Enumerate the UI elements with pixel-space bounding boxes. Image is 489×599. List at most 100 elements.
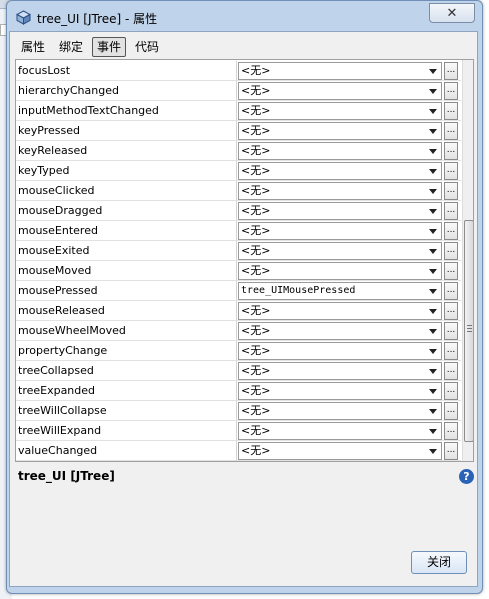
ellipsis-button[interactable]: ... xyxy=(444,302,458,320)
event-handler-dropdown[interactable]: <无> xyxy=(238,182,442,200)
event-name: mouseWheelMoved xyxy=(18,324,126,337)
event-handler-value: <无> xyxy=(241,104,271,117)
chevron-down-icon xyxy=(429,309,437,314)
event-row: mouseDragged <无>... xyxy=(16,201,461,221)
event-handler-dropdown[interactable]: <无> xyxy=(238,442,442,460)
event-handler-value: <无> xyxy=(241,64,271,77)
event-name: keyTyped xyxy=(18,164,70,177)
chevron-down-icon xyxy=(429,109,437,114)
scrollbar-grip xyxy=(467,331,472,332)
title-bar[interactable]: tree_UI [JTree] - 属性 ✕ xyxy=(7,1,482,33)
ellipsis-button[interactable]: ... xyxy=(444,422,458,440)
event-handler-dropdown[interactable]: <无> xyxy=(238,402,442,420)
ellipsis-button[interactable]: ... xyxy=(444,262,458,280)
chevron-down-icon xyxy=(429,409,437,414)
event-property-sheet: focusLost <无>... hierarchyChanged <无>... inp… xyxy=(15,59,474,462)
event-handler-dropdown[interactable]: <无> xyxy=(238,262,442,280)
event-name: vetoableChange xyxy=(18,461,233,462)
event-handler-value: <无> xyxy=(241,164,271,177)
event-name: treeWillCollapse xyxy=(18,404,107,417)
event-handler-dropdown[interactable]: <无> xyxy=(238,102,442,120)
event-name: treeCollapsed xyxy=(18,364,94,377)
chevron-down-icon xyxy=(429,129,437,134)
ellipsis-button[interactable]: ... xyxy=(444,162,458,180)
event-handler-dropdown[interactable]: <无> xyxy=(238,62,442,80)
chevron-down-icon xyxy=(429,429,437,434)
window-close-button[interactable]: ✕ xyxy=(429,3,475,23)
event-handler-dropdown[interactable]: <无> xyxy=(238,162,442,180)
ellipsis-button[interactable]: ... xyxy=(444,62,458,80)
column-divider xyxy=(236,281,237,300)
tab-1[interactable]: 绑定 xyxy=(54,37,88,57)
properties-dialog: tree_UI [JTree] - 属性 ✕ 属性 绑定 事件 代码 focusLos… xyxy=(6,0,483,594)
event-handler-dropdown[interactable]: <无> xyxy=(238,362,442,380)
scrollbar-grip xyxy=(467,325,472,326)
ellipsis-button[interactable]: ... xyxy=(444,382,458,400)
ellipsis-button[interactable]: ... xyxy=(444,402,458,420)
tab-3[interactable]: 代码 xyxy=(130,37,164,57)
close-icon: ✕ xyxy=(446,5,458,21)
event-name: propertyChange xyxy=(18,344,108,357)
event-name: focusLost xyxy=(18,64,71,77)
event-name: hierarchyChanged xyxy=(18,84,119,97)
event-handler-value: <无> xyxy=(241,324,271,337)
column-divider xyxy=(236,181,237,200)
event-row: keyReleased <无>... xyxy=(16,141,461,161)
event-handler-value: <无> xyxy=(241,444,271,457)
ellipsis-button[interactable]: ... xyxy=(444,142,458,160)
tab-2[interactable]: 事件 xyxy=(92,37,127,57)
chevron-down-icon xyxy=(429,389,437,394)
ellipsis-button[interactable]: ... xyxy=(444,82,458,100)
ellipsis-button[interactable]: ... xyxy=(444,362,458,380)
event-handler-dropdown[interactable]: tree_UIMousePressed xyxy=(238,282,442,300)
chevron-down-icon xyxy=(429,89,437,94)
ellipsis-button[interactable]: ... xyxy=(444,242,458,260)
event-handler-dropdown[interactable]: <无> xyxy=(238,342,442,360)
close-button[interactable]: 关闭 xyxy=(411,551,467,574)
event-handler-dropdown[interactable]: <无> xyxy=(238,122,442,140)
tab-0[interactable]: 属性 xyxy=(16,37,50,57)
event-handler-dropdown[interactable]: <无> xyxy=(238,222,442,240)
ellipsis-button[interactable]: ... xyxy=(444,442,458,460)
vertical-scrollbar[interactable] xyxy=(462,60,473,461)
event-handler-dropdown[interactable]: <无> xyxy=(238,82,442,100)
ellipsis-button[interactable]: ... xyxy=(444,322,458,340)
scrollbar-thumb[interactable] xyxy=(464,220,473,442)
event-handler-value: <无> xyxy=(241,404,271,417)
ellipsis-button[interactable]: ... xyxy=(444,282,458,300)
event-handler-dropdown[interactable]: <无> xyxy=(238,322,442,340)
event-handler-dropdown[interactable]: <无> xyxy=(238,142,442,160)
event-handler-dropdown[interactable]: <无> xyxy=(238,302,442,320)
event-name: treeExpanded xyxy=(18,384,96,397)
event-name: mouseExited xyxy=(18,244,90,257)
ellipsis-button[interactable]: ... xyxy=(444,342,458,360)
event-handler-dropdown[interactable]: <无> xyxy=(238,242,442,260)
ellipsis-button[interactable]: ... xyxy=(444,182,458,200)
chevron-down-icon xyxy=(429,149,437,154)
event-handler-dropdown[interactable]: <无> xyxy=(238,202,442,220)
help-icon[interactable]: ? xyxy=(459,469,474,484)
event-row: treeWillCollapse <无>... xyxy=(16,401,461,421)
ellipsis-button[interactable]: ... xyxy=(444,122,458,140)
ellipsis-button[interactable]: ... xyxy=(444,222,458,240)
chevron-down-icon xyxy=(429,349,437,354)
event-handler-value: <无> xyxy=(241,264,271,277)
event-row: keyPressed <无>... xyxy=(16,121,461,141)
chevron-down-icon xyxy=(429,369,437,374)
ellipsis-button[interactable]: ... xyxy=(444,102,458,120)
event-name: keyPressed xyxy=(18,124,80,137)
event-row: mouseMoved <无>... xyxy=(16,261,461,281)
column-divider xyxy=(236,341,237,360)
event-handler-value: <无> xyxy=(241,184,271,197)
event-name: treeWillExpand xyxy=(18,424,102,437)
event-handler-value: <无> xyxy=(241,124,271,137)
ellipsis-button[interactable]: ... xyxy=(444,202,458,220)
event-handler-dropdown[interactable]: <无> xyxy=(238,382,442,400)
column-divider xyxy=(236,161,237,180)
event-name: valueChanged xyxy=(18,444,98,457)
column-divider xyxy=(236,141,237,160)
event-handler-dropdown[interactable]: <无> xyxy=(238,422,442,440)
event-handler-value: <无> xyxy=(241,424,271,437)
event-row: inputMethodTextChanged <无>... xyxy=(16,101,461,121)
chevron-down-icon xyxy=(429,449,437,454)
